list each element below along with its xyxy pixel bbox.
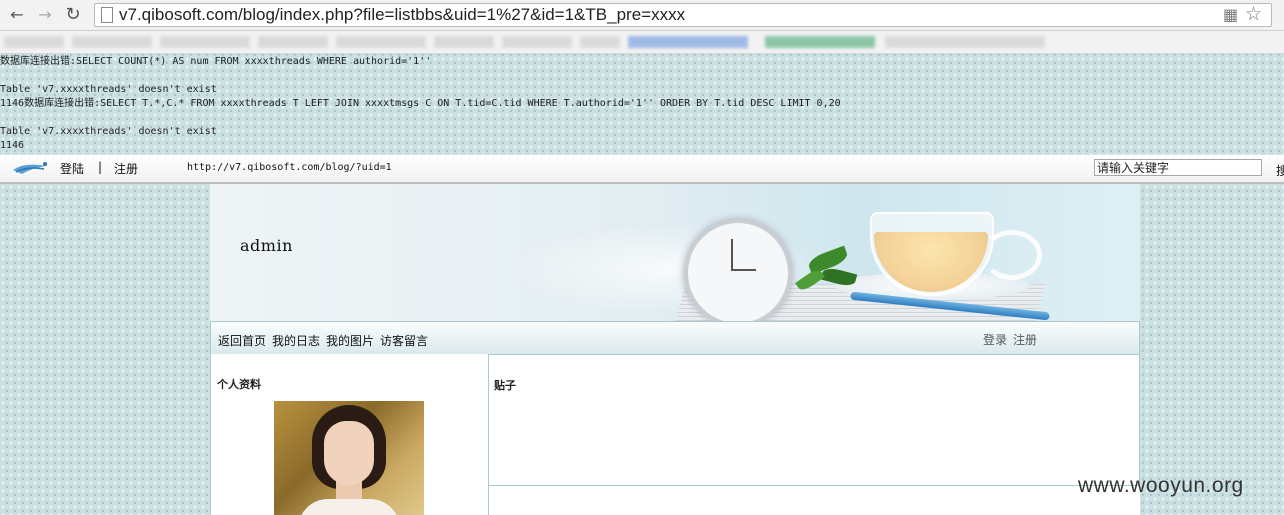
login-link[interactable]: 登陆: [60, 160, 84, 177]
topbar-separator: |: [98, 160, 103, 174]
search-input[interactable]: [1094, 159, 1262, 176]
blog-url-link[interactable]: http://v7.qibosoft.com/blog/?uid=1: [187, 162, 392, 173]
search-button[interactable]: 搜: [1276, 162, 1284, 179]
register-link[interactable]: 注册: [114, 160, 138, 177]
teacup-handle: [982, 230, 1042, 280]
watermark: www.wooyun.org: [1078, 474, 1244, 497]
blog-navbar: 返回首页 我的日志 我的图片 访客留言 登录 注册: [210, 321, 1140, 355]
blog-banner: admin: [210, 184, 1140, 322]
nav-my-photos[interactable]: 我的图片: [326, 332, 374, 349]
nav-my-diary[interactable]: 我的日志: [272, 332, 320, 349]
error-line: Table 'v7.xxxxthreads' doesn't exist: [0, 84, 217, 95]
browser-toolbar: ← → ↻ v7.qibosoft.com/blog/index.php?fil…: [0, 0, 1284, 31]
bookmarks-bar: [0, 31, 1284, 54]
error-line: 1146: [0, 140, 25, 151]
blog-username: admin: [240, 236, 293, 255]
forward-icon[interactable]: →: [34, 4, 56, 26]
nav-guestbook[interactable]: 访客留言: [380, 332, 428, 349]
error-line: [0, 111, 1284, 125]
bookmark-item[interactable]: [434, 36, 494, 48]
address-bar[interactable]: v7.qibosoft.com/blog/index.php?file=list…: [94, 3, 1272, 27]
bookmark-item[interactable]: [502, 36, 572, 48]
avatar-face: [324, 421, 374, 485]
nav-register[interactable]: 注册: [1013, 331, 1037, 348]
bookmark-item[interactable]: [258, 36, 328, 48]
error-line: Table 'v7.xxxxthreads' doesn't exist: [0, 126, 217, 137]
site-logo-icon: [13, 162, 47, 174]
bookmark-item[interactable]: [336, 36, 426, 48]
profile-title: 个人资料: [217, 378, 261, 391]
nav-login[interactable]: 登录: [983, 331, 1007, 348]
bookmark-item[interactable]: [4, 36, 64, 48]
clock-hand: [731, 239, 733, 271]
translate-icon[interactable]: ▦: [1223, 5, 1238, 24]
blog-container: admin 返回首页 我的日志 我的图片 访客留言 登录 注册 个人资料 贴子: [210, 184, 1140, 515]
avatar-dress: [298, 499, 400, 515]
back-icon[interactable]: ←: [6, 4, 28, 26]
address-bar-url: v7.qibosoft.com/blog/index.php?file=list…: [119, 5, 686, 24]
bookmark-item[interactable]: [72, 36, 152, 48]
clock-hand: [732, 269, 756, 271]
bookmark-star-icon[interactable]: ☆: [1245, 3, 1262, 25]
avatar: [274, 401, 424, 515]
posts-panel: 贴子: [488, 354, 1140, 486]
error-line: 数据库连接出错:SELECT COUNT(*) AS num FROM xxxx…: [0, 56, 432, 67]
page-icon: [101, 7, 113, 23]
posts-title: 贴子: [494, 379, 516, 392]
profile-panel: 个人资料: [210, 354, 489, 515]
reload-icon[interactable]: ↻: [62, 4, 84, 26]
bookmark-item[interactable]: [628, 36, 748, 48]
error-line: [0, 69, 1284, 83]
sql-error-output: 数据库连接出错:SELECT COUNT(*) AS num FROM xxxx…: [0, 55, 1284, 153]
bookmark-item[interactable]: [765, 36, 875, 48]
error-line: 1146数据库连接出错:SELECT T.*,C.* FROM xxxxthre…: [0, 98, 841, 109]
bookmark-item[interactable]: [885, 36, 1045, 48]
bookmark-item[interactable]: [160, 36, 250, 48]
nav-home[interactable]: 返回首页: [218, 332, 266, 349]
site-topbar: 登陆 | 注册 http://v7.qibosoft.com/blog/?uid…: [0, 155, 1284, 184]
bookmark-item[interactable]: [580, 36, 620, 48]
